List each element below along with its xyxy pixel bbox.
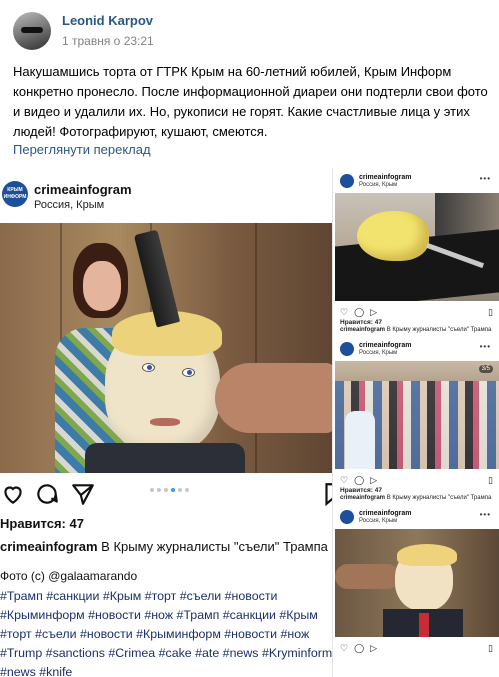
caption-text: В Крыму журналисты "съели" Трампа <box>101 539 328 554</box>
share-icon <box>72 484 94 505</box>
avatar[interactable] <box>13 12 51 50</box>
crowd-photo: 3/5 <box>335 361 499 469</box>
account-location: Россия, Крым <box>34 199 105 211</box>
photo-credit: Фото (с) @galaamarando <box>0 569 138 583</box>
instagram-post-side-2[interactable]: crimeainfogram Россия, Крым ••• 3/5 ♡◯▷ … <box>335 336 499 504</box>
post-header: Leonid Karpov 1 травня о 23:21 <box>0 0 499 60</box>
instagram-post-side-1[interactable]: crimeainfogram Россия, Крым ••• ♡◯▷ ▯ Нр… <box>335 168 499 336</box>
heart-icon <box>4 486 22 504</box>
main-photo <box>0 223 332 473</box>
instagram-post-main[interactable]: КРЫМ ИНФОРМ crimeainfogram Россия, Крым <box>0 168 333 677</box>
likes-count: Нравится: 47 <box>0 516 84 531</box>
account-location: Россия, Крым <box>359 350 398 356</box>
account-name: crimeainfogram <box>359 174 412 181</box>
comment-icon <box>37 484 58 504</box>
cake-head-photo <box>335 529 499 637</box>
post-actions: ♡◯▷ <box>340 643 384 653</box>
translate-link[interactable]: Переглянути переклад <box>13 142 151 157</box>
hashtags: #Трамп #санкции #Крым #торт #съели #ново… <box>0 589 333 677</box>
likes-count: Нравится: 47 <box>340 487 382 494</box>
caption: crimeainfogram В Крыму журналисты "съели… <box>340 327 492 333</box>
caption: crimeainfogram В Крыму журналисты "съели… <box>340 495 492 501</box>
account-logo <box>340 510 354 524</box>
post-text: Накушамшись торта от ГТРК Крым на 60-лет… <box>13 64 488 139</box>
caption: crimeainfogram В Крыму журналисты "съели… <box>0 538 332 555</box>
carousel-dots <box>150 488 189 492</box>
carousel-counter: 3/5 <box>478 365 493 373</box>
cake-plate-photo <box>335 193 499 301</box>
post-actions <box>0 481 332 511</box>
more-icon: ••• <box>479 174 491 183</box>
post-date[interactable]: 1 травня о 23:21 <box>62 34 154 48</box>
account-name: crimeainfogram <box>359 510 412 517</box>
more-icon: ••• <box>479 510 491 519</box>
bookmark-icon: ▯ <box>488 307 493 317</box>
account-logo <box>340 174 354 188</box>
bookmark-icon <box>325 483 332 507</box>
account-logo: КРЫМ ИНФОРМ <box>2 181 28 207</box>
bookmark-icon: ▯ <box>488 475 493 485</box>
more-icon: ••• <box>479 342 491 351</box>
instagram-post-side-3[interactable]: crimeainfogram Россия, Крым ••• ♡◯▷ ▯ <box>335 504 499 677</box>
account-location: Россия, Крым <box>359 518 398 524</box>
photo-collage[interactable]: КРЫМ ИНФОРМ crimeainfogram Россия, Крым <box>0 168 499 677</box>
bookmark-icon: ▯ <box>488 643 493 653</box>
post-actions: ♡◯▷ <box>340 475 384 485</box>
likes-count: Нравится: 47 <box>340 319 382 326</box>
post-actions: ♡◯▷ <box>340 307 384 317</box>
account-name: crimeainfogram <box>359 342 412 349</box>
author-name[interactable]: Leonid Karpov <box>62 13 153 28</box>
account-name: crimeainfogram <box>34 182 132 197</box>
account-logo <box>340 342 354 356</box>
caption-user: crimeainfogram <box>0 539 98 554</box>
account-location: Россия, Крым <box>359 182 398 188</box>
